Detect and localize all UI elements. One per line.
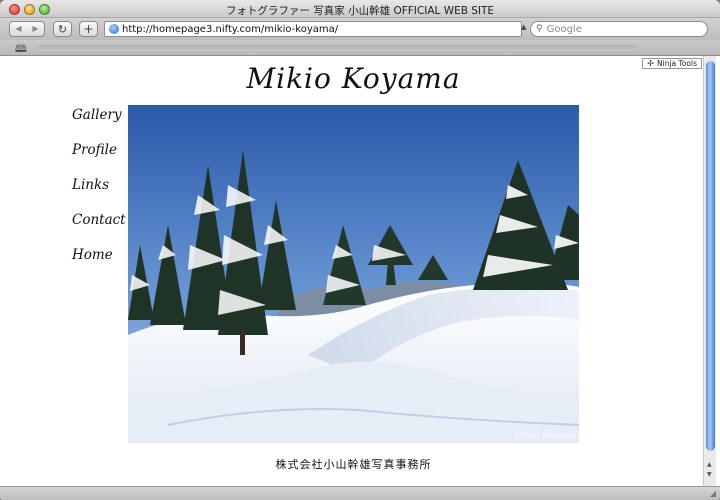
footer-company-name: 株式会社小山幹雄写真事務所	[275, 458, 432, 471]
scroll-down-arrow-icon[interactable]: ▼	[707, 472, 712, 478]
search-placeholder: Google	[546, 23, 582, 35]
nav-home[interactable]: Home	[72, 246, 132, 281]
back-forward-buttons: ◀ ▶	[9, 21, 45, 37]
site-title: Mikio Koyama	[246, 62, 461, 95]
site-navigation: Gallery Profile Links Contact Home	[72, 106, 132, 281]
browser-window: フォトグラファー 写真家 小山幹雄 OFFICIAL WEB SITE ◀ ▶ …	[0, 0, 720, 500]
nav-profile[interactable]: Profile	[72, 141, 132, 176]
browser-toolbar: ◀ ▶ ↻ + http://homepage3.nifty.com/mikio…	[0, 18, 720, 40]
search-field[interactable]: ⚲ Google	[530, 21, 708, 37]
vertical-scrollbar[interactable]: ▲ ▼	[703, 56, 716, 486]
snow-landscape-photo: Mikio Koyama	[128, 105, 579, 443]
nav-contact[interactable]: Contact	[72, 211, 132, 246]
nav-gallery[interactable]: Gallery	[72, 106, 132, 141]
web-content: ✢ Ninja Tools Mikio Koyama Gallery Profi…	[4, 56, 703, 486]
forward-arrow-icon[interactable]: ▶	[27, 25, 44, 33]
window-title: フォトグラファー 写真家 小山幹雄 OFFICIAL WEB SITE	[225, 5, 495, 17]
status-bar: ◢	[0, 486, 720, 500]
address-bar[interactable]: http://homepage3.nifty.com/mikio-koyama/	[104, 21, 522, 37]
reload-button[interactable]: ↻	[53, 21, 72, 37]
photo-watermark: Mikio Koyama	[514, 431, 576, 441]
snow-landscape-illustration	[128, 105, 579, 443]
site-globe-icon	[109, 24, 119, 34]
chevron-down-icon[interactable]: ▲	[521, 23, 526, 31]
back-arrow-icon[interactable]: ◀	[10, 25, 27, 33]
bookmarks-bar: 🕮	[0, 40, 720, 56]
resize-grip-icon[interactable]: ◢	[710, 489, 716, 498]
bookmarks-area	[38, 45, 636, 51]
scroll-up-arrow-icon[interactable]: ▲	[707, 462, 712, 468]
search-icon: ⚲	[536, 24, 543, 34]
add-bookmark-button[interactable]: +	[79, 21, 98, 37]
title-bar: フォトグラファー 写真家 小山幹雄 OFFICIAL WEB SITE	[0, 0, 720, 18]
nav-links[interactable]: Links	[72, 176, 132, 211]
scroll-thumb[interactable]	[706, 61, 715, 451]
address-url: http://homepage3.nifty.com/mikio-koyama/	[122, 23, 339, 35]
